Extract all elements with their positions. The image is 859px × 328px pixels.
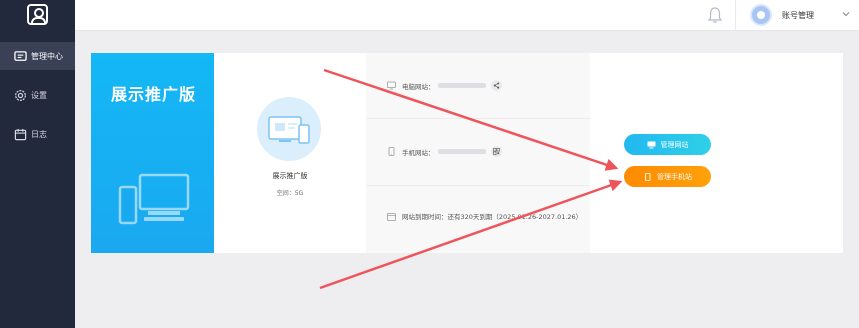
expiry-text: 网站到期时间：还有320天到期（2025.01.26-2027.01.26） <box>402 213 583 221</box>
product-illustration <box>257 97 321 161</box>
site-card: 展示推广版 展示推广版 空间：5G 电脑网站： 手机网站： 网站到期时间：还有3… <box>91 53 843 253</box>
promo-panel: 展示推广版 <box>91 53 214 253</box>
top-header: 账号管理 <box>75 0 859 31</box>
chevron-down-icon[interactable] <box>841 9 851 19</box>
manage-website-label: 管理网站 <box>660 140 689 149</box>
pc-site-row: 电脑网站： <box>366 80 590 91</box>
expiry-row: 网站到期时间：还有320天到期（2025.01.26-2027.01.26） <box>366 211 590 221</box>
manage-mobile-site-button[interactable]: 管理手机站 <box>624 166 711 187</box>
pc-site-url-redacted <box>437 83 486 88</box>
row-divider <box>366 185 590 186</box>
sidebar-item-management-center[interactable]: 管理中心 <box>0 42 75 70</box>
dashboard-icon <box>13 49 27 63</box>
mobile-site-row: 手机网站： <box>366 146 590 157</box>
sidebar-item-label: 管理中心 <box>31 51 63 61</box>
phone-icon <box>645 172 651 181</box>
product-name: 展示推广版 <box>272 172 308 180</box>
site-info-panel: 电脑网站： 手机网站： 网站到期时间：还有320天到期（2025.01.26-2… <box>366 53 590 253</box>
monitor-phone-icon <box>268 116 310 144</box>
devices-icon <box>118 173 190 225</box>
calendar-icon <box>13 127 27 141</box>
monitor-icon <box>387 81 396 90</box>
manage-website-button[interactable]: 管理网站 <box>624 134 711 155</box>
sidebar-item-label: 日志 <box>31 129 47 139</box>
header-divider <box>735 0 736 31</box>
sidebar-item-settings[interactable]: 设置 <box>0 81 75 109</box>
product-space: 空间：5G <box>276 190 304 197</box>
manage-mobile-site-label: 管理手机站 <box>657 172 692 181</box>
qr-icon[interactable] <box>490 146 502 157</box>
promo-title: 展示推广版 <box>111 85 197 104</box>
gear-icon <box>13 88 27 102</box>
share-icon[interactable] <box>490 80 502 91</box>
row-divider <box>366 118 590 119</box>
bell-icon[interactable] <box>706 6 724 24</box>
pc-site-label: 电脑网站： <box>402 82 435 91</box>
mobile-site-url-redacted <box>437 149 486 154</box>
monitor-icon <box>647 141 655 148</box>
avatar[interactable] <box>750 4 772 26</box>
product-panel: 展示推广版 空间：5G <box>214 53 366 253</box>
sidebar-item-label: 设置 <box>31 90 47 100</box>
phone-icon <box>388 147 395 156</box>
account-menu-label[interactable]: 账号管理 <box>782 10 814 21</box>
sidebar-item-log[interactable]: 日志 <box>0 120 75 148</box>
calendar-icon <box>387 212 396 221</box>
user-card-icon[interactable] <box>27 4 48 25</box>
sidebar: 管理中心 设置 日志 <box>0 0 75 328</box>
mobile-site-label: 手机网站： <box>402 148 435 157</box>
